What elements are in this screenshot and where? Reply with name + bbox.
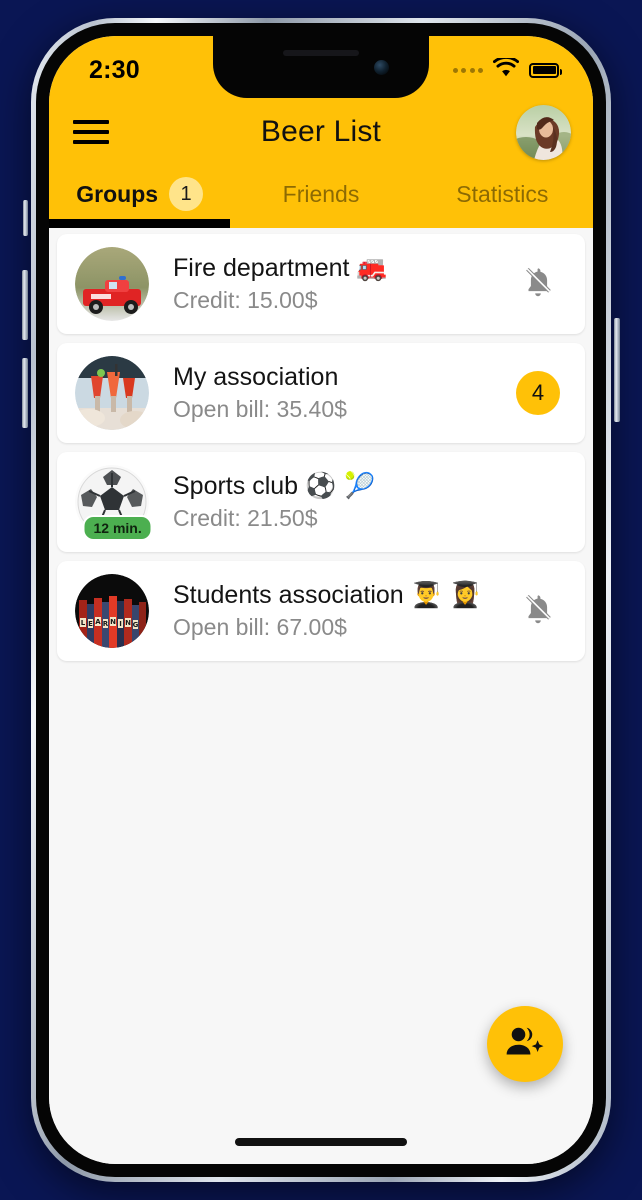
phone-screen: 2:30 Beer List Groups 1 Friends Statisti… (49, 36, 593, 1164)
row-subtitle: Credit: 15.00$ (173, 286, 318, 313)
app-bar: Beer List (49, 98, 593, 166)
volume-down-button[interactable] (22, 358, 28, 428)
bell-off-icon[interactable] (522, 592, 554, 631)
row-text: Students association 👨‍🎓 👩‍🎓 Open bill: … (173, 580, 513, 641)
front-camera-icon (374, 60, 389, 75)
cheers-drinks-avatar (75, 356, 149, 430)
svg-text:I: I (119, 620, 122, 628)
bell-off-icon[interactable] (522, 265, 554, 304)
svg-text:N: N (110, 618, 116, 626)
table-row[interactable]: 12 min. Sports club ⚽ 🎾 Credit: 21.50$ (57, 452, 585, 552)
row-title-text: Students association (173, 581, 404, 610)
table-row[interactable]: LE AR NI NG Students associ (57, 561, 585, 661)
row-title-text: My association (173, 363, 339, 392)
row-title-emoji: 👨‍🎓 👩‍🎓 (410, 580, 481, 610)
row-title: Sports club ⚽ 🎾 (173, 471, 513, 502)
row-title: My association (173, 362, 513, 393)
page-title: Beer List (260, 115, 382, 148)
status-badge: 12 min. (82, 515, 153, 541)
svg-text:R: R (103, 620, 109, 628)
status-badge[interactable]: 4 (516, 371, 560, 415)
tab-friends-label: Friends (282, 180, 360, 207)
wifi-icon (492, 56, 520, 82)
row-trailing[interactable] (513, 265, 563, 304)
row-title-text: Sports club (173, 472, 299, 501)
row-subtitle: Open bill: 35.40$ (173, 395, 347, 422)
row-title: Students association 👨‍🎓 👩‍🎓 (173, 580, 513, 611)
row-subtitle: Open bill: 67.00$ (173, 613, 347, 640)
table-row[interactable]: Fire department 🚒 Credit: 15.00$ (57, 234, 585, 334)
tab-groups-badge: 1 (169, 177, 204, 211)
table-row[interactable]: My association Open bill: 35.40$ 4 (57, 343, 585, 443)
volume-up-button[interactable] (22, 270, 28, 340)
row-title-emoji: 🚒 (356, 253, 388, 283)
display-notch (213, 36, 429, 98)
tab-bar: Groups 1 Friends Statistics (49, 166, 593, 228)
tab-friends[interactable]: Friends (230, 166, 411, 228)
svg-text:E: E (88, 620, 93, 628)
tab-groups-label: Groups (76, 180, 159, 207)
tab-statistics[interactable]: Statistics (412, 166, 593, 228)
home-indicator[interactable] (235, 1138, 407, 1146)
svg-text:L: L (81, 619, 86, 627)
signal-dots-icon (452, 67, 483, 73)
hamburger-menu-icon[interactable] (73, 120, 109, 144)
row-trailing[interactable] (513, 592, 563, 631)
mute-switch-button[interactable] (23, 200, 28, 236)
row-title: Fire department 🚒 (173, 253, 513, 284)
fire-truck-avatar (75, 247, 149, 321)
add-group-button[interactable] (487, 1006, 563, 1082)
row-title-text: Fire department (173, 254, 350, 283)
soccer-ball-avatar: 12 min. (75, 465, 153, 541)
svg-text:N: N (125, 619, 131, 627)
row-title-emoji: ⚽ 🎾 (305, 471, 376, 501)
tab-active-indicator (49, 219, 231, 228)
avatar[interactable] (516, 104, 571, 160)
tab-statistics-label: Statistics (456, 180, 549, 207)
earpiece-speaker-icon (283, 50, 359, 56)
svg-text:A: A (95, 618, 101, 626)
status-bar-indicators (452, 56, 562, 82)
phone-bezel: 2:30 Beer List Groups 1 Friends Statisti… (36, 23, 606, 1177)
row-text: My association Open bill: 35.40$ (173, 362, 513, 423)
row-subtitle: Credit: 21.50$ (173, 504, 318, 531)
svg-text:G: G (133, 621, 139, 629)
row-text: Fire department 🚒 Credit: 15.00$ (173, 253, 513, 314)
status-bar-time: 2:30 (89, 55, 140, 84)
books-avatar: LE AR NI NG (75, 574, 149, 648)
power-button[interactable] (614, 318, 620, 422)
battery-full-icon (529, 62, 562, 78)
phone-frame: 2:30 Beer List Groups 1 Friends Statisti… (22, 18, 620, 1182)
person-add-icon (505, 1025, 545, 1064)
row-trailing[interactable]: 4 (513, 371, 563, 415)
row-text: Sports club ⚽ 🎾 Credit: 21.50$ (173, 471, 513, 532)
